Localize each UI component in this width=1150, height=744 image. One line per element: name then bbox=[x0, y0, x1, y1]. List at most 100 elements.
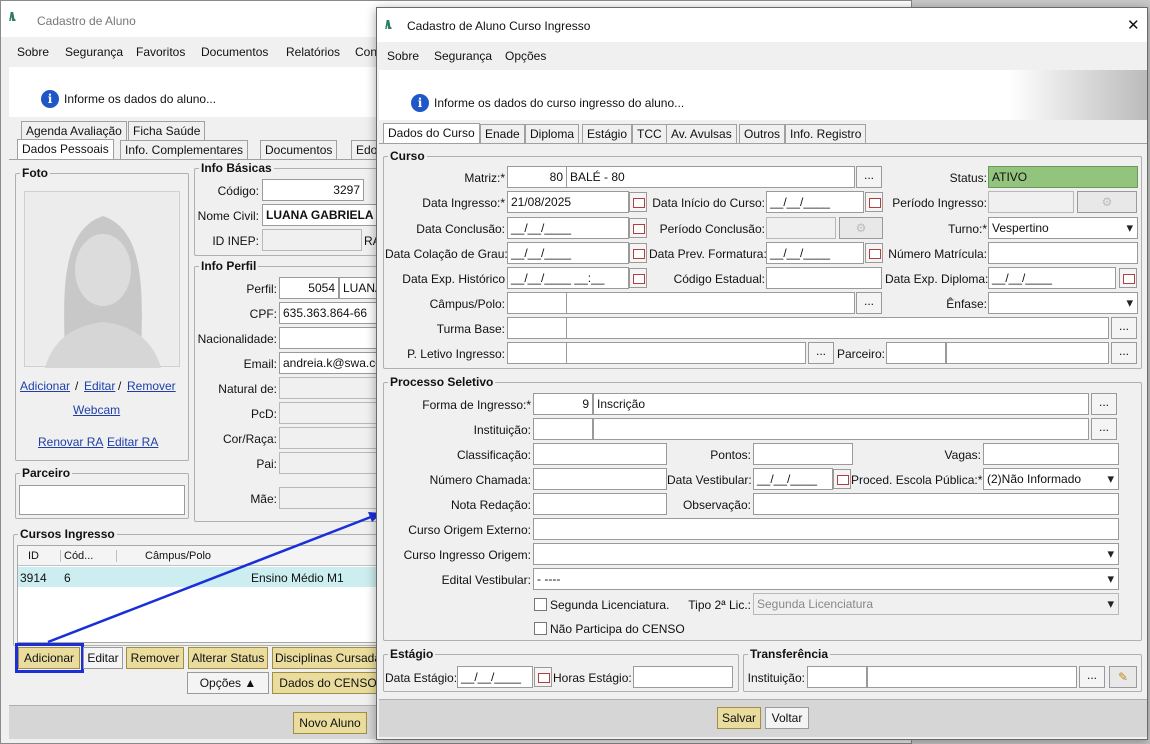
entry-form-name-field[interactable]: Inscrição bbox=[593, 393, 1089, 415]
enroll-date-field[interactable]: 21/08/2025 bbox=[507, 191, 629, 213]
institution-search-button[interactable]: ... bbox=[1091, 418, 1117, 440]
classification-field[interactable] bbox=[533, 443, 667, 465]
vacancies-field[interactable] bbox=[983, 443, 1119, 465]
campus-search-button[interactable]: ... bbox=[856, 292, 882, 314]
tab-enade[interactable]: Enade bbox=[480, 124, 525, 143]
second-degree-type-select[interactable]: Segunda Licenciatura bbox=[753, 593, 1119, 615]
exam-date-field[interactable]: __/__/____ bbox=[753, 468, 833, 490]
dialog-title-bar: /\\. Cadastro de Aluno Curso Ingresso ✕ bbox=[377, 8, 1147, 42]
public-school-select[interactable]: (2)Não Informado bbox=[983, 468, 1119, 490]
calendar-icon[interactable] bbox=[629, 218, 647, 238]
letive-period-code-field[interactable] bbox=[507, 342, 567, 364]
no-censo-label: Não Participa do CENSO bbox=[550, 622, 685, 636]
conclusion-period-field[interactable] bbox=[766, 217, 836, 239]
partner-name-field[interactable] bbox=[946, 342, 1109, 364]
letive-period-name-field[interactable] bbox=[566, 342, 806, 364]
origin-course-label: Curso Ingresso Origem: bbox=[403, 548, 531, 562]
app-logo-icon: /\\. bbox=[385, 18, 392, 32]
tab-tcc[interactable]: TCC bbox=[632, 124, 667, 143]
back-button[interactable]: Voltar bbox=[765, 707, 809, 729]
base-class-search-button[interactable]: ... bbox=[1111, 317, 1137, 339]
transfer-institution-code-field[interactable] bbox=[807, 666, 867, 688]
exam-notice-select[interactable]: - ---- bbox=[533, 568, 1119, 590]
calendar-icon[interactable] bbox=[833, 469, 851, 489]
tab-outros[interactable]: Outros bbox=[739, 124, 786, 143]
calendar-icon[interactable] bbox=[629, 268, 647, 288]
origin-course-select[interactable] bbox=[533, 543, 1119, 565]
conclusion-gear-icon[interactable]: ⚙ bbox=[839, 217, 883, 239]
external-origin-field[interactable] bbox=[533, 518, 1119, 540]
emphasis-select[interactable] bbox=[988, 292, 1138, 314]
shift-label: Turno:* bbox=[948, 222, 987, 236]
tab-estagio[interactable]: Estágio bbox=[582, 124, 633, 143]
internship-hours-field[interactable] bbox=[633, 666, 733, 688]
enrollment-number-label: Número Matrícula: bbox=[888, 247, 987, 261]
transfer-institution-name-field[interactable] bbox=[867, 666, 1077, 688]
dialog-title: Cadastro de Aluno Curso Ingresso bbox=[407, 19, 591, 33]
period-gear-icon[interactable]: ⚙ bbox=[1077, 191, 1137, 213]
dialog-info-text: Informe os dados do curso ingresso do al… bbox=[434, 96, 685, 110]
conclusion-date-label: Data Conclusão: bbox=[416, 222, 505, 236]
calendar-icon[interactable] bbox=[629, 243, 647, 263]
second-degree-checkbox[interactable] bbox=[534, 598, 547, 611]
partner-search-button[interactable]: ... bbox=[1111, 342, 1137, 364]
internship-title: Estágio bbox=[388, 647, 436, 661]
second-degree-label: Segunda Licenciatura. bbox=[550, 598, 670, 612]
internship-date-field[interactable]: __/__/____ bbox=[457, 666, 533, 688]
expected-grad-field[interactable]: __/__/____ bbox=[766, 242, 864, 264]
calendar-icon[interactable] bbox=[865, 243, 883, 263]
base-class-name-field[interactable] bbox=[566, 317, 1109, 339]
exam-date-label: Data Vestibular: bbox=[667, 473, 752, 487]
status-field: ATIVO bbox=[988, 166, 1138, 188]
observation-field[interactable] bbox=[753, 493, 1119, 515]
conclusion-date-field[interactable]: __/__/____ bbox=[507, 217, 629, 239]
tab-av-avulsas[interactable]: Av. Avulsas bbox=[666, 124, 737, 143]
call-number-field[interactable] bbox=[533, 468, 667, 490]
dialog-menu-opcoes[interactable]: Opções bbox=[505, 49, 546, 63]
diploma-date-field[interactable]: __/__/____ bbox=[988, 267, 1116, 289]
history-date-field[interactable]: __/__/____ __:__ bbox=[507, 267, 629, 289]
diploma-date-label: Data Exp. Diploma: bbox=[885, 272, 989, 286]
dialog-menu-bar: Sobre Segurança Opções bbox=[377, 42, 1147, 70]
matrix-search-button[interactable]: ... bbox=[856, 166, 882, 188]
internship-hours-label: Horas Estágio: bbox=[553, 671, 632, 685]
tab-dados-curso[interactable]: Dados do Curso bbox=[383, 123, 480, 144]
calendar-icon[interactable] bbox=[1119, 268, 1137, 288]
dialog-menu-seguranca[interactable]: Segurança bbox=[434, 49, 492, 63]
tab-info-registro[interactable]: Info. Registro bbox=[785, 124, 867, 143]
entry-form-code-field[interactable]: 9 bbox=[533, 393, 593, 415]
public-school-label: Proced. Escola Pública:* bbox=[851, 473, 983, 487]
pencil-icon[interactable]: ✎ bbox=[1109, 666, 1137, 688]
enrollment-number-field[interactable] bbox=[988, 242, 1138, 264]
vacancies-label: Vagas: bbox=[944, 448, 981, 462]
enroll-period-field[interactable] bbox=[988, 191, 1074, 213]
start-date-field[interactable]: __/__/____ bbox=[766, 191, 864, 213]
dialog-menu-sobre[interactable]: Sobre bbox=[387, 49, 419, 63]
institution-name-field[interactable] bbox=[593, 418, 1089, 440]
calendar-icon[interactable] bbox=[865, 192, 883, 212]
institution-code-field[interactable] bbox=[533, 418, 593, 440]
shift-select[interactable]: Vespertino bbox=[988, 217, 1138, 239]
partner-code-field[interactable] bbox=[886, 342, 946, 364]
transfer-search-button[interactable]: ... bbox=[1079, 666, 1105, 688]
save-button[interactable]: Salvar bbox=[717, 707, 761, 729]
graduation-date-field[interactable]: __/__/____ bbox=[507, 242, 629, 264]
points-label: Pontos: bbox=[710, 448, 751, 462]
tab-diploma[interactable]: Diploma bbox=[525, 124, 580, 143]
matrix-code-field[interactable]: 80 bbox=[507, 166, 567, 188]
essay-grade-field[interactable] bbox=[533, 493, 667, 515]
state-code-field[interactable] bbox=[766, 267, 882, 289]
calendar-icon[interactable] bbox=[534, 667, 552, 687]
no-censo-checkbox[interactable] bbox=[534, 622, 547, 635]
points-field[interactable] bbox=[753, 443, 853, 465]
close-icon[interactable]: ✕ bbox=[1127, 16, 1140, 34]
entry-form-search-button[interactable]: ... bbox=[1091, 393, 1117, 415]
calendar-icon[interactable] bbox=[629, 192, 647, 212]
base-class-code-field[interactable] bbox=[507, 317, 567, 339]
matrix-name-field[interactable]: BALÉ - 80 bbox=[566, 166, 855, 188]
campus-name-field[interactable] bbox=[566, 292, 855, 314]
enroll-period-label: Período Ingresso: bbox=[892, 196, 987, 210]
dialog-info-banner: i Informe os dados do curso ingresso do … bbox=[379, 70, 1147, 120]
campus-code-field[interactable] bbox=[507, 292, 567, 314]
letive-period-search-button[interactable]: ... bbox=[808, 342, 834, 364]
